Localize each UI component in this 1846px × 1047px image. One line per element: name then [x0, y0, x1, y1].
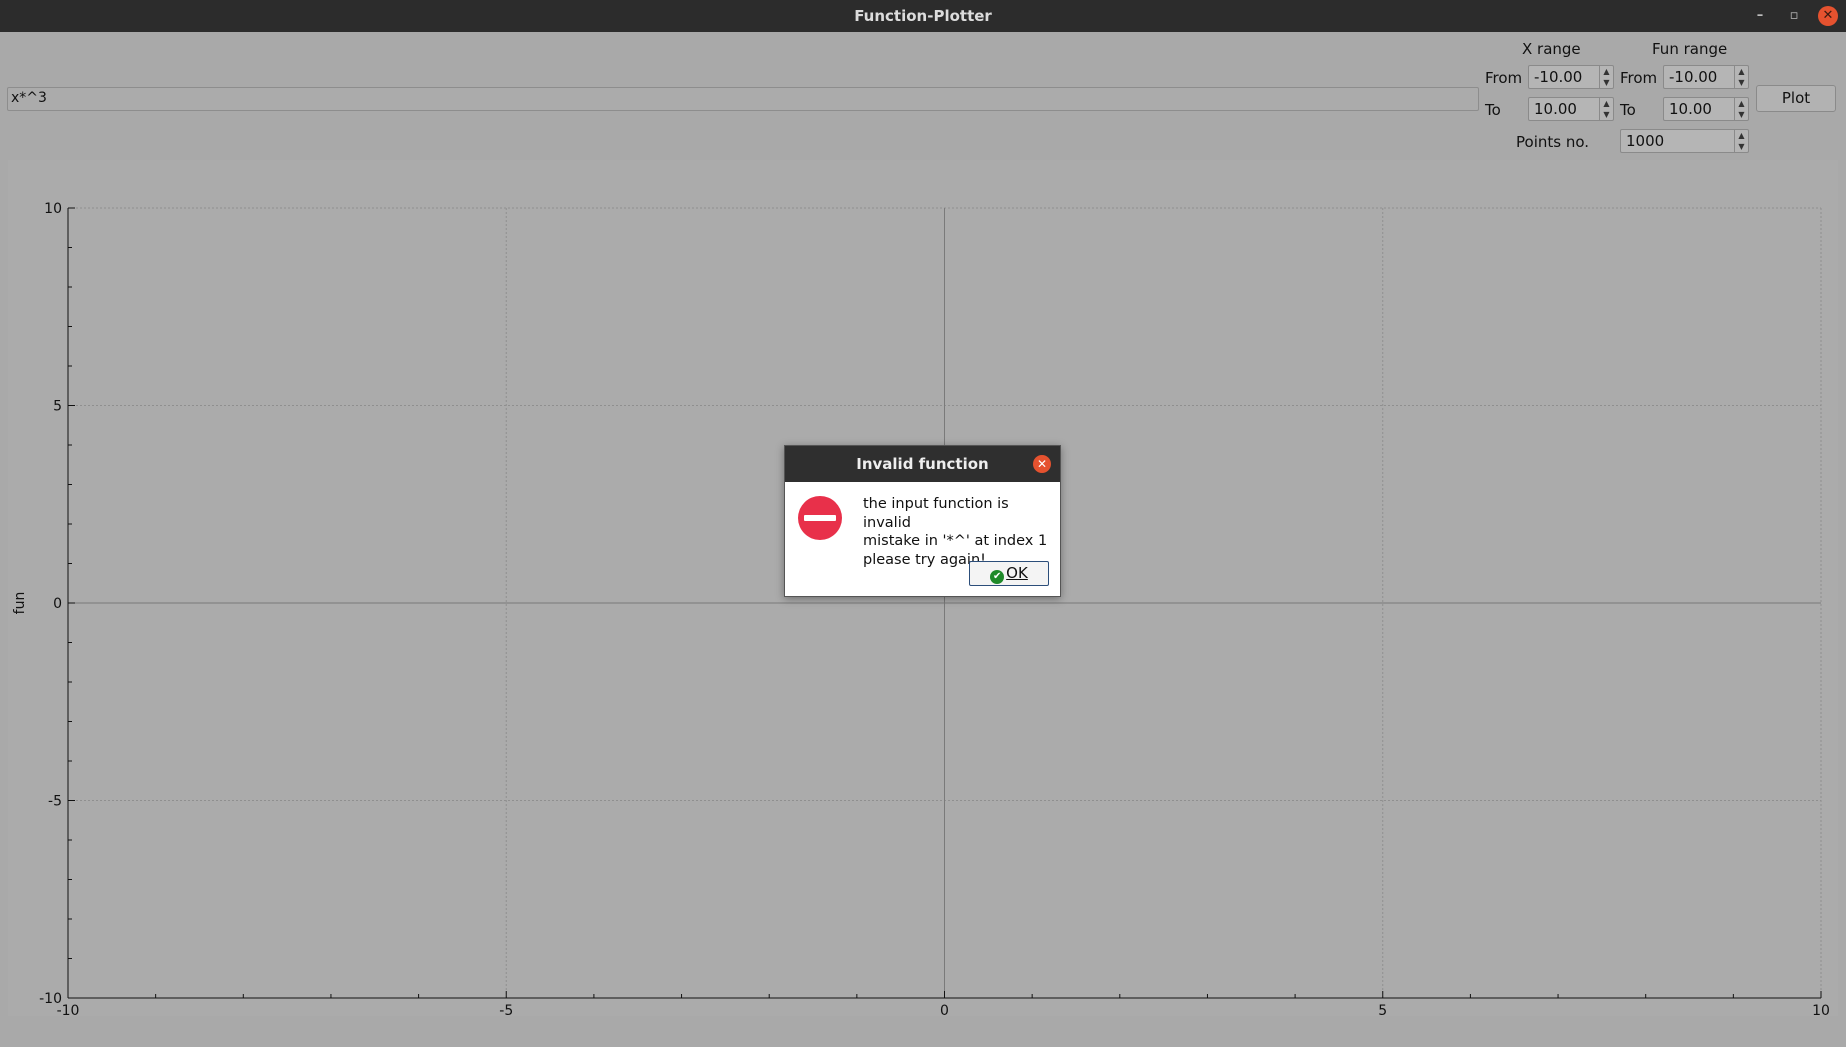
dialog-message-line: the input function is invalid: [863, 496, 1009, 531]
minimize-button[interactable]: –: [1750, 6, 1770, 26]
points-label: Points no.: [1516, 133, 1590, 151]
fun-from-spin-arrows-icon[interactable]: ▲ ▼: [1734, 66, 1748, 88]
fun-from-spinbox[interactable]: -10.00 ▲ ▼: [1663, 65, 1749, 89]
dialog-close-button[interactable]: ✕: [1033, 455, 1051, 473]
y-axis-label: fun: [12, 592, 28, 615]
fun-from-value: -10.00: [1669, 68, 1718, 86]
check-icon: ✔: [990, 570, 1005, 584]
error-stop-icon: [798, 496, 842, 540]
window-titlebar: Function-Plotter – ▫ ✕: [0, 0, 1846, 32]
x-to-spin-arrows-icon[interactable]: ▲ ▼: [1599, 98, 1613, 120]
ok-button-label: OK: [1006, 564, 1028, 582]
x-from-label: From: [1485, 69, 1523, 87]
error-dialog: Invalid function ✕ the input function is…: [784, 445, 1061, 597]
fun-range-header: Fun range: [1652, 40, 1728, 58]
window-title: Function-Plotter: [854, 7, 992, 25]
points-value: 1000: [1626, 132, 1665, 150]
fun-from-label: From: [1620, 69, 1658, 87]
y-tick-label: 0: [53, 596, 62, 612]
x-tick-label: 5: [1378, 1003, 1387, 1016]
x-tick-label: -5: [499, 1003, 513, 1016]
x-from-spinbox[interactable]: -10.00 ▲ ▼: [1528, 65, 1614, 89]
ok-button[interactable]: ✔ OK: [969, 561, 1049, 586]
x-to-label: To: [1485, 101, 1501, 119]
x-range-header: X range: [1522, 40, 1581, 58]
points-spin-arrows-icon[interactable]: ▲ ▼: [1734, 130, 1748, 152]
fun-to-spinbox[interactable]: 10.00 ▲ ▼: [1663, 97, 1749, 121]
window-close-button[interactable]: ✕: [1818, 6, 1838, 26]
fun-to-label: To: [1620, 101, 1636, 119]
plot-button[interactable]: Plot: [1756, 85, 1836, 112]
dialog-titlebar: Invalid function ✕: [785, 446, 1060, 482]
dialog-message: the input function is invalid mistake in…: [863, 495, 1060, 569]
fun-to-spin-arrows-icon[interactable]: ▲ ▼: [1734, 98, 1748, 120]
x-tick-label: 0: [940, 1003, 949, 1016]
x-from-value: -10.00: [1534, 68, 1583, 86]
y-tick-label: 5: [53, 399, 62, 415]
y-tick-label: -10: [39, 991, 62, 1007]
x-to-value: 10.00: [1534, 100, 1577, 118]
y-tick-label: 10: [44, 201, 62, 217]
dialog-title: Invalid function: [856, 455, 989, 473]
dialog-message-line: mistake in '*^' at index 1: [863, 533, 1048, 549]
points-spinbox[interactable]: 1000 ▲ ▼: [1620, 129, 1749, 153]
x-from-spin-arrows-icon[interactable]: ▲ ▼: [1599, 66, 1613, 88]
fun-to-value: 10.00: [1669, 100, 1712, 118]
x-tick-label: 10: [1812, 1003, 1830, 1016]
maximize-button[interactable]: ▫: [1784, 6, 1804, 26]
y-tick-label: -5: [48, 794, 62, 810]
function-input[interactable]: x*^3: [7, 87, 1479, 111]
x-to-spinbox[interactable]: 10.00 ▲ ▼: [1528, 97, 1614, 121]
